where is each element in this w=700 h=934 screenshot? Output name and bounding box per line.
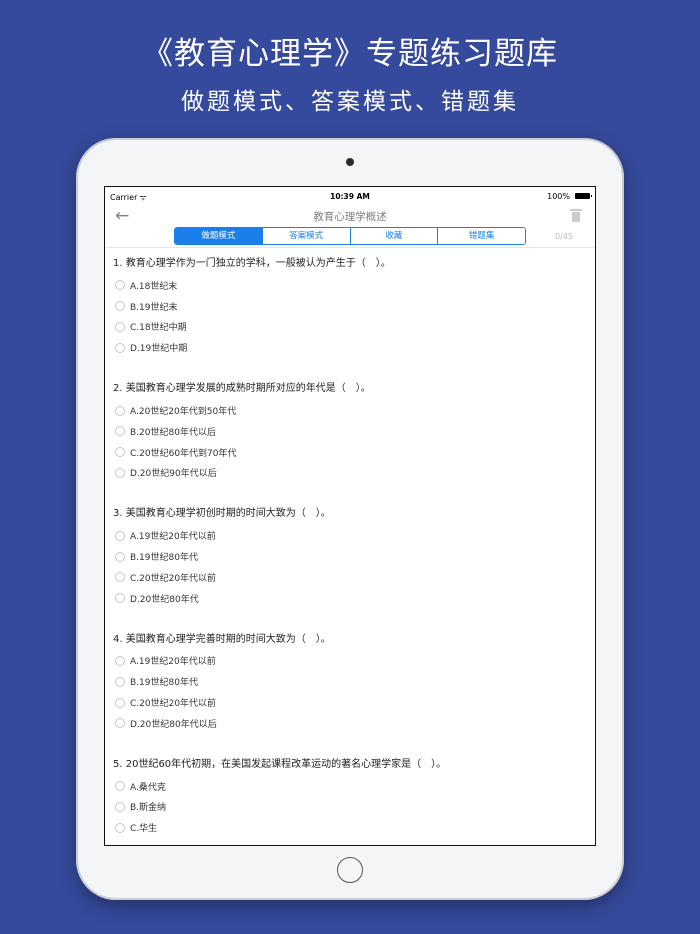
radio-icon[interactable] (115, 405, 125, 416)
question-text: 1. 教育心理学作为一门独立的学科，一般被认为产生于（ ）。 (113, 258, 391, 269)
promo-subtitle: 做题模式、答案模式、错题集 (181, 89, 519, 115)
radio-icon[interactable] (115, 321, 125, 332)
question-text: 5. 20世纪60年代初期，在美国发起课程改革运动的著名心理学家是（ ）。 (113, 758, 447, 770)
radio-icon[interactable] (115, 801, 125, 812)
radio-icon[interactable] (115, 426, 125, 437)
answer-option[interactable]: B.19世纪80年代 (113, 671, 587, 692)
radio-icon[interactable] (115, 718, 125, 729)
answer-option[interactable]: A.19世纪20年代以前 (113, 651, 587, 672)
question-item: 2. 美国教育心理学发展的成熟时期所对应的年代是（ ）。 A.20世纪20年代到… (113, 373, 587, 498)
radio-icon[interactable] (115, 530, 125, 541)
battery-percent: 100% (547, 192, 570, 201)
radio-icon[interactable] (115, 467, 125, 478)
radio-icon[interactable] (115, 593, 125, 604)
tab-practice-mode[interactable]: 做题模式 (175, 228, 262, 244)
answer-option[interactable]: A.19世纪20年代以前 (113, 525, 587, 546)
radio-icon[interactable] (115, 447, 125, 458)
tab-wrong-answers[interactable]: 错题集 (437, 228, 525, 244)
page-title: 教育心理学概述 (313, 211, 387, 223)
nav-bar: ← 教育心理学概述 做题模式 答案模式 收藏 错题集 0/45 (105, 205, 595, 248)
answer-option[interactable]: D.20世纪80年代 (113, 588, 587, 609)
radio-icon[interactable] (115, 781, 125, 792)
answer-option[interactable]: C.20世纪20年代以前 (113, 692, 587, 713)
battery-icon (575, 193, 592, 199)
radio-icon[interactable] (115, 655, 125, 666)
question-item: 1. 教育心理学作为一门独立的学科，一般被认为产生于（ ）。 A.18世纪末 B… (113, 248, 587, 373)
radio-icon[interactable] (115, 280, 125, 291)
answer-option[interactable]: C.华生 (113, 817, 587, 838)
question-list: 1. 教育心理学作为一门独立的学科，一般被认为产生于（ ）。 A.18世纪末 B… (105, 248, 595, 838)
radio-icon[interactable] (115, 822, 125, 833)
camera-icon (346, 158, 354, 166)
answer-option[interactable]: C.20世纪60年代到70年代 (113, 442, 587, 463)
question-text: 4. 美国教育心理学完善时期的时间大致为（ ）。 (113, 633, 331, 645)
question-item: 4. 美国教育心理学完善时期的时间大致为（ ）。 A.19世纪20年代以前 B.… (113, 624, 587, 749)
question-item: 3. 美国教育心理学初创时期的时间大致为（ ）。 A.19世纪20年代以前 B.… (113, 498, 587, 623)
radio-icon[interactable] (115, 301, 125, 312)
answer-option[interactable]: A.20世纪20年代到50年代 (113, 400, 587, 421)
answer-option[interactable]: C.20世纪20年代以前 (113, 567, 587, 588)
answer-option[interactable]: A.18世纪末 (113, 275, 587, 296)
status-bar: Carrier ᯤ 10:39 AM 100% (105, 187, 595, 205)
radio-icon[interactable] (115, 697, 125, 708)
question-text: 3. 美国教育心理学初创时期的时间大致为（ ）。 (113, 508, 331, 520)
trash-icon[interactable] (570, 209, 582, 222)
ipad-frame: Carrier ᯤ 10:39 AM 100% ← 教育心理学概述 做题模式 答案… (76, 138, 624, 900)
question-item: 5. 20世纪60年代初期，在美国发起课程改革运动的著名心理学家是（ ）。 A.… (113, 749, 587, 838)
tab-favorites[interactable]: 收藏 (349, 228, 438, 244)
radio-icon[interactable] (115, 342, 125, 353)
home-button[interactable] (337, 857, 363, 883)
answer-option[interactable]: C.18世纪中期 (113, 317, 587, 338)
answer-option[interactable]: B.19世纪80年代 (113, 546, 587, 567)
radio-icon[interactable] (115, 676, 125, 687)
app-screen: Carrier ᯤ 10:39 AM 100% ← 教育心理学概述 做题模式 答案… (104, 186, 596, 846)
question-text: 2. 美国教育心理学发展的成熟时期所对应的年代是（ ）。 (113, 383, 371, 395)
answer-option[interactable]: D.20世纪80年代以后 (113, 713, 587, 734)
answer-option[interactable]: B.20世纪80年代以后 (113, 421, 587, 442)
answer-option[interactable]: D.20世纪90年代以后 (113, 463, 587, 484)
status-time: 10:39 AM (330, 192, 370, 201)
progress-count: 0/45 (555, 232, 573, 241)
radio-icon[interactable] (115, 551, 125, 562)
radio-icon[interactable] (115, 572, 125, 583)
mode-tabs: 做题模式 答案模式 收藏 错题集 (174, 227, 526, 245)
tab-answer-mode[interactable]: 答案模式 (261, 228, 350, 244)
answer-option[interactable]: B.斯金纳 (113, 797, 587, 818)
answer-option[interactable]: B.19世纪末 (113, 296, 587, 317)
promo-title: 《教育心理学》专题练习题库 (142, 36, 558, 72)
answer-option[interactable]: D.19世纪中期 (113, 337, 587, 358)
answer-option[interactable]: A.桑代克 (113, 776, 587, 797)
